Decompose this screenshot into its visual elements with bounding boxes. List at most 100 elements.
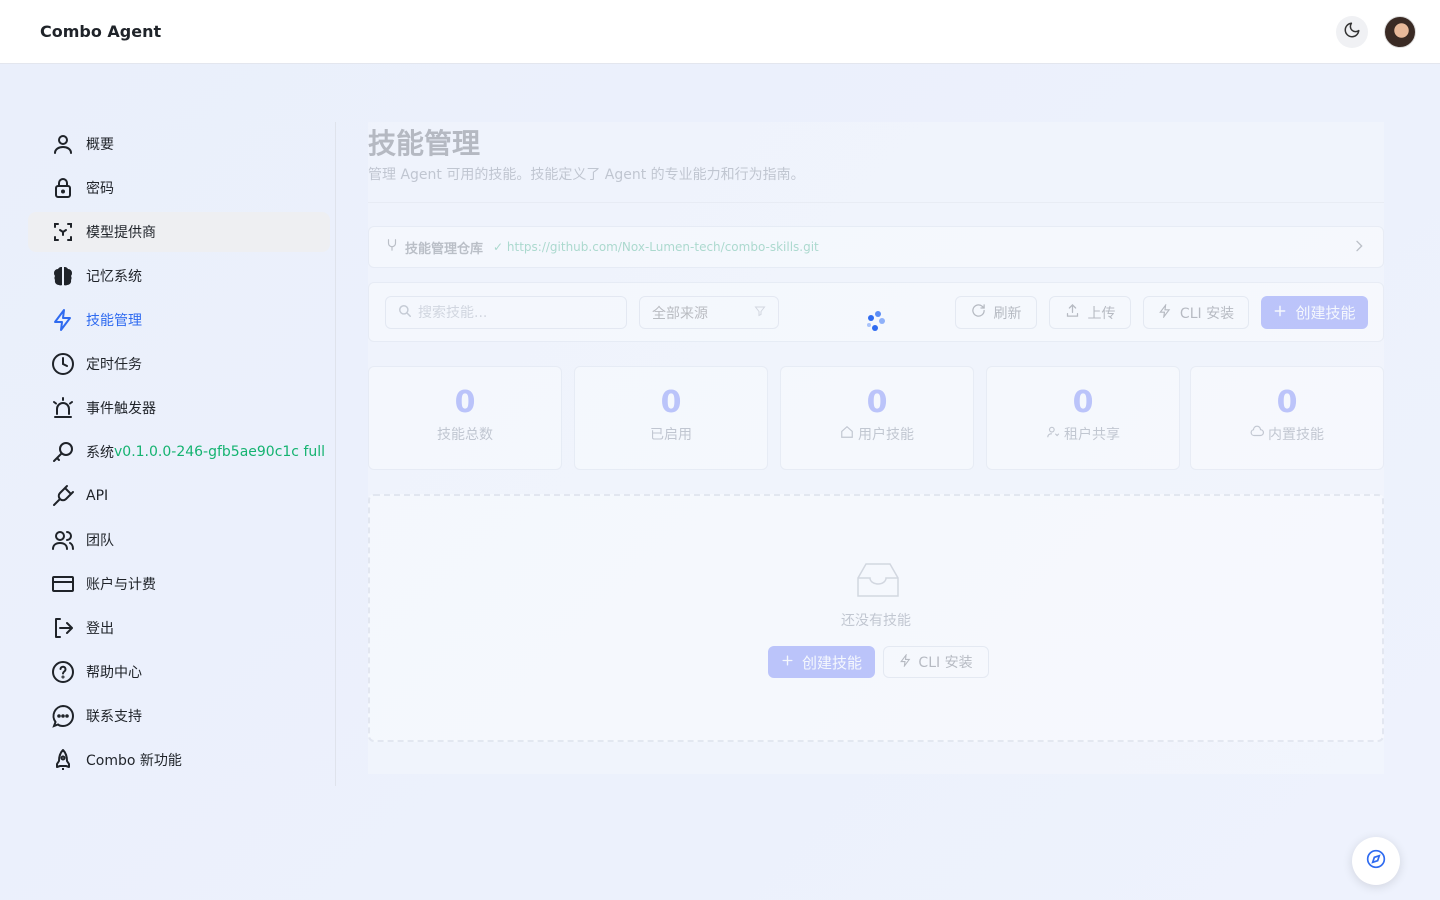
loading-spinner (862, 308, 890, 336)
sidebar-item-skills[interactable]: 技能管理 (28, 300, 330, 340)
sidebar-item-label: Combo 新功能 (86, 753, 182, 769)
repo-url: ✓ https://github.com/Nox-Lumen-tech/comb… (493, 240, 819, 254)
skill-repo-bar[interactable]: 技能管理仓库 ✓ https://github.com/Nox-Lumen-te… (368, 226, 1384, 268)
top-actions (1336, 15, 1416, 48)
version-label: v0.1.0.0-246-gfb5ae90c1c full (114, 444, 326, 460)
sidebar-item-event-triggers[interactable]: 事件触发器 (28, 388, 330, 428)
sidebar-item-label: 登出 (86, 621, 114, 637)
sidebar-item-label: 记忆系统 (86, 269, 142, 285)
sidebar-item-label: 联系支持 (86, 709, 142, 725)
stat-label-text: 已启用 (650, 427, 692, 443)
divider (368, 202, 1384, 203)
stat-label-text: 租户共享 (1064, 427, 1120, 443)
lightning-icon (899, 652, 912, 671)
team-icon (50, 527, 76, 553)
cli-install-label: CLI 安装 (1179, 305, 1235, 322)
plug-icon (50, 483, 76, 509)
key-icon (50, 439, 76, 465)
sidebar-item-label: 系统 (86, 445, 114, 461)
plus-icon (1273, 304, 1287, 322)
clock-icon (50, 351, 76, 377)
sidebar-item-label: API (86, 488, 109, 504)
sidebar-item-system[interactable]: 系统 v0.1.0.0-246-gfb5ae90c1c full (28, 432, 330, 472)
rocket-icon (50, 747, 76, 773)
refresh-button[interactable]: 刷新 (955, 296, 1037, 329)
sidebar-item-team[interactable]: 团队 (28, 520, 330, 560)
source-filter-select[interactable]: 全部来源 (639, 296, 779, 329)
upload-label: 上传 (1087, 305, 1116, 322)
empty-cli-label: CLI 安装 (918, 655, 973, 671)
search-icon (398, 303, 412, 322)
refresh-label: 刷新 (993, 305, 1022, 322)
sidebar-item-label: 帮助中心 (86, 665, 142, 681)
sidebar-item-scheduled-tasks[interactable]: 定时任务 (28, 344, 330, 384)
create-skill-label: 创建技能 (1295, 304, 1356, 322)
repo-url-text: https://github.com/Nox-Lumen-tech/combo-… (506, 240, 819, 254)
stat-card-tenant-shared: 0 租户共享 (986, 366, 1180, 470)
sidebar-item-memory[interactable]: 记忆系统 (28, 256, 330, 296)
chat-icon (50, 703, 76, 729)
sidebar-item-label: 团队 (86, 533, 114, 549)
app-title: Combo Agent (40, 22, 162, 41)
page-title: 技能管理 (368, 127, 481, 160)
stat-label-text: 技能总数 (437, 427, 493, 443)
empty-text: 还没有技能 (841, 613, 911, 629)
search-box[interactable] (385, 296, 627, 329)
sidebar-item-model-provider[interactable]: 模型提供商 (28, 212, 330, 252)
sidebar-item-label: 定时任务 (86, 357, 142, 373)
empty-cli-install-button[interactable]: CLI 安装 (883, 646, 989, 678)
stat-value: 0 (454, 385, 476, 420)
stat-label: 已启用 (575, 424, 767, 444)
theme-toggle-button[interactable] (1336, 15, 1368, 48)
home-icon (840, 425, 854, 443)
brain-icon (50, 263, 76, 289)
stat-value: 0 (660, 385, 682, 420)
sidebar-item-label: 模型提供商 (86, 225, 156, 241)
sidebar-item-password[interactable]: 密码 (28, 168, 330, 208)
user-icon (50, 131, 76, 157)
repo-label: 技能管理仓库 (405, 241, 484, 257)
stat-label: 用户技能 (781, 424, 973, 444)
cli-install-button[interactable]: CLI 安装 (1143, 296, 1249, 329)
empty-actions: 创建技能 CLI 安装 (768, 646, 989, 678)
avatar[interactable] (1384, 15, 1416, 48)
empty-state: 还没有技能 创建技能 CLI 安装 (368, 494, 1384, 742)
sidebar-item-overview[interactable]: 概要 (28, 124, 330, 164)
cloud-icon (1250, 425, 1264, 443)
create-skill-button[interactable]: 创建技能 (1261, 296, 1368, 329)
stat-value: 0 (866, 385, 888, 420)
search-input[interactable] (418, 304, 618, 321)
sidebar-item-api[interactable]: API (28, 476, 330, 516)
help-icon (50, 659, 76, 685)
lightning-icon (1158, 302, 1172, 322)
page-subtitle: 管理 Agent 可用的技能。技能定义了 Agent 的专业能力和行为指南。 (368, 167, 805, 183)
stat-label-text: 内置技能 (1268, 427, 1324, 443)
stat-card-user-skills: 0 用户技能 (780, 366, 974, 470)
stat-card-builtin: 0 内置技能 (1190, 366, 1384, 470)
git-branch-icon (385, 238, 399, 256)
lock-icon (50, 175, 76, 201)
stat-value: 0 (1276, 385, 1298, 420)
sidebar-item-logout[interactable]: 登出 (28, 608, 330, 648)
stat-label: 租户共享 (987, 424, 1179, 444)
sidebar-item-support[interactable]: 联系支持 (28, 696, 330, 736)
sidebar-item-label: 账户与计费 (86, 577, 156, 593)
sidebar-item-help[interactable]: 帮助中心 (28, 652, 330, 692)
upload-button[interactable]: 上传 (1049, 296, 1131, 329)
credit-card-icon (50, 571, 76, 597)
sidebar-item-whats-new[interactable]: Combo 新功能 (28, 740, 330, 780)
main-content: 技能管理 管理 Agent 可用的技能。技能定义了 Agent 的专业能力和行为… (368, 122, 1384, 774)
lightning-icon (50, 307, 76, 333)
alarm-icon (50, 395, 76, 421)
sidebar-item-billing[interactable]: 账户与计费 (28, 564, 330, 604)
logout-icon (50, 615, 76, 641)
inbox-icon (854, 560, 902, 604)
share-user-icon (1046, 425, 1060, 443)
chevron-right-icon (1351, 238, 1367, 258)
stat-value: 0 (1072, 385, 1094, 420)
floating-compass-button[interactable] (1352, 837, 1400, 885)
sidebar-item-label: 事件触发器 (86, 401, 156, 417)
empty-create-skill-button[interactable]: 创建技能 (768, 646, 875, 678)
plus-icon (781, 653, 794, 671)
compass-icon (1366, 849, 1386, 873)
